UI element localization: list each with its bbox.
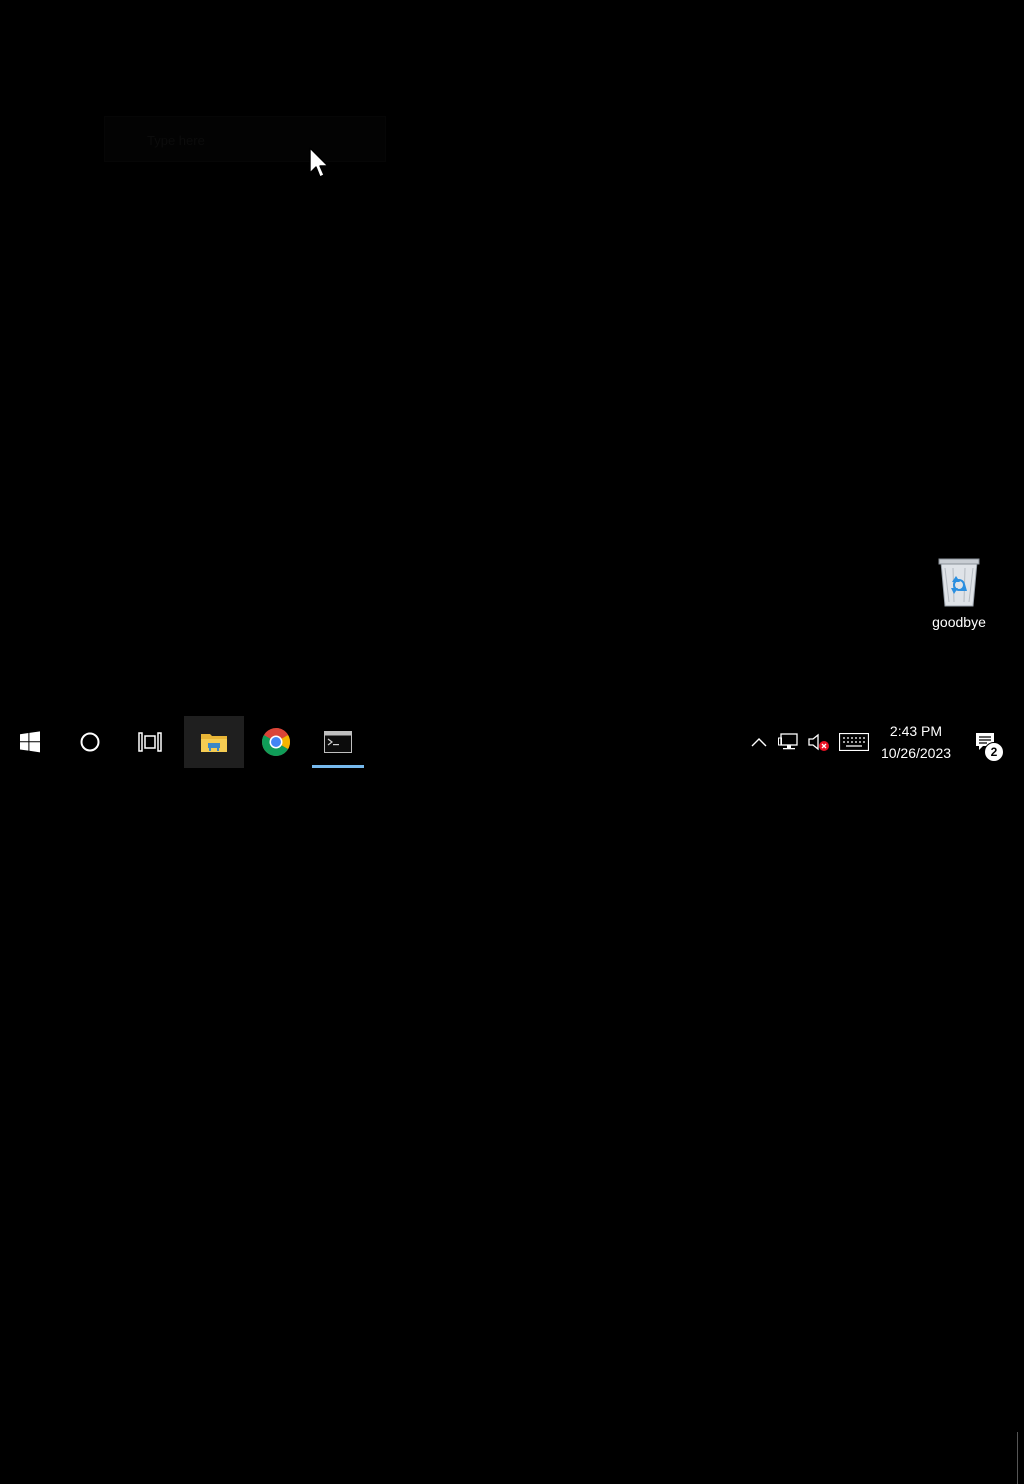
volume-muted-icon [808,733,829,751]
clock-date: 10/26/2023 [880,745,952,761]
desktop-icon-recycle-bin[interactable]: goodbye [918,550,1000,640]
task-view-button[interactable] [120,716,180,768]
recycle-bin-icon [938,558,980,607]
command-prompt-button[interactable] [312,716,364,768]
network-button[interactable] [776,716,802,768]
taskbar-clock[interactable]: 2:43 PM 10/26/2023 [874,716,958,768]
notification-count-badge: 2 [984,742,1004,762]
taskbar: 2:43 PM 10/26/2023 [0,716,1024,1484]
windows-logo-icon [20,731,40,753]
chrome-icon [262,728,290,756]
clock-time: 2:43 PM [889,723,943,739]
action-center-button[interactable] [964,716,1008,768]
network-icon [778,733,798,750]
task-view-icon [138,732,162,752]
cortana-circle-icon [80,732,100,752]
start-button[interactable] [0,716,60,768]
keyboard-icon [839,733,869,751]
faint-overlay-text: Type here [147,133,205,148]
show-hidden-icons-button[interactable] [746,716,772,768]
desktop[interactable]: Type here goodbye [0,0,1024,716]
desktop-icon-label: goodbye [932,614,986,630]
mouse-pointer-icon [309,147,329,178]
file-explorer-button[interactable] [184,716,244,768]
faint-overlay-box: Type here [104,116,386,162]
cortana-search-button[interactable] [60,716,120,768]
volume-button[interactable] [806,716,832,768]
chevron-up-icon [751,738,767,747]
terminal-icon [324,731,352,753]
touch-keyboard-button[interactable] [836,716,872,768]
folder-icon [201,734,227,752]
show-desktop-button[interactable] [1017,1432,1018,1484]
chrome-button[interactable] [246,716,306,768]
